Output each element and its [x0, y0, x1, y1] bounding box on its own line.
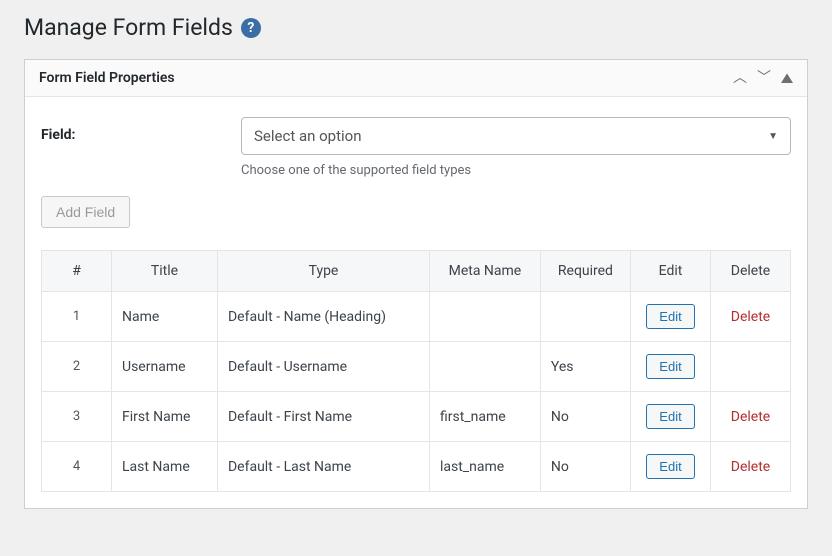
col-delete: Delete [711, 251, 791, 292]
row-type: Default - Name (Heading) [217, 292, 429, 342]
edit-button[interactable]: Edit [646, 304, 694, 329]
add-field-button[interactable]: Add Field [41, 196, 130, 228]
row-title: Username [112, 342, 218, 392]
row-type: Default - First Name [217, 392, 429, 442]
row-title: First Name [112, 392, 218, 442]
row-required: No [540, 392, 630, 442]
panel-header: Form Field Properties ︿ ﹀ [25, 60, 807, 97]
table-row: 3First NameDefault - First Namefirst_nam… [42, 392, 791, 442]
row-index: 2 [42, 342, 112, 392]
form-field-properties-panel: Form Field Properties ︿ ﹀ Field: Select … [24, 59, 808, 509]
caret-down-icon: ▼ [768, 131, 778, 142]
field-type-description: Choose one of the supported field types [241, 163, 791, 178]
row-delete-cell: Delete [711, 442, 791, 492]
row-delete-cell [711, 342, 791, 392]
col-edit: Edit [631, 251, 711, 292]
row-meta-name: last_name [429, 442, 540, 492]
delete-link[interactable]: Delete [731, 409, 770, 425]
row-delete-cell: Delete [711, 292, 791, 342]
edit-button[interactable]: Edit [646, 354, 694, 379]
row-edit-cell: Edit [631, 392, 711, 442]
col-title: Title [112, 251, 218, 292]
panel-collapse-icon[interactable] [781, 71, 793, 86]
row-required [540, 292, 630, 342]
row-title: Name [112, 292, 218, 342]
delete-link[interactable]: Delete [731, 309, 770, 325]
row-edit-cell: Edit [631, 342, 711, 392]
help-icon[interactable]: ? [241, 18, 261, 38]
row-delete-cell: Delete [711, 392, 791, 442]
row-index: 4 [42, 442, 112, 492]
col-type: Type [217, 251, 429, 292]
table-row: 1NameDefault - Name (Heading) Edit Delete [42, 292, 791, 342]
edit-button[interactable]: Edit [646, 404, 694, 429]
page-title: Manage Form Fields [24, 14, 233, 41]
row-meta-name [429, 292, 540, 342]
col-index: # [42, 251, 112, 292]
row-edit-cell: Edit [631, 292, 711, 342]
row-type: Default - Username [217, 342, 429, 392]
col-required: Required [540, 251, 630, 292]
field-type-select[interactable]: Select an option ▼ [241, 117, 791, 155]
row-meta-name: first_name [429, 392, 540, 442]
table-row: 2UsernameDefault - Username Yes Edit [42, 342, 791, 392]
panel-move-up-icon[interactable]: ︿ [733, 71, 747, 85]
panel-move-down-icon[interactable]: ﹀ [757, 71, 771, 85]
field-type-select-placeholder: Select an option [254, 127, 361, 145]
row-title: Last Name [112, 442, 218, 492]
row-required: Yes [540, 342, 630, 392]
row-type: Default - Last Name [217, 442, 429, 492]
panel-title: Form Field Properties [39, 70, 175, 86]
field-label: Field: [41, 117, 241, 143]
table-row: 4Last NameDefault - Last Namelast_nameNo… [42, 442, 791, 492]
col-meta-name: Meta Name [429, 251, 540, 292]
edit-button[interactable]: Edit [646, 454, 694, 479]
row-meta-name [429, 342, 540, 392]
row-index: 1 [42, 292, 112, 342]
row-required: No [540, 442, 630, 492]
delete-link[interactable]: Delete [731, 459, 770, 475]
row-index: 3 [42, 392, 112, 442]
fields-table: # Title Type Meta Name Required Edit Del… [41, 250, 791, 492]
row-edit-cell: Edit [631, 442, 711, 492]
